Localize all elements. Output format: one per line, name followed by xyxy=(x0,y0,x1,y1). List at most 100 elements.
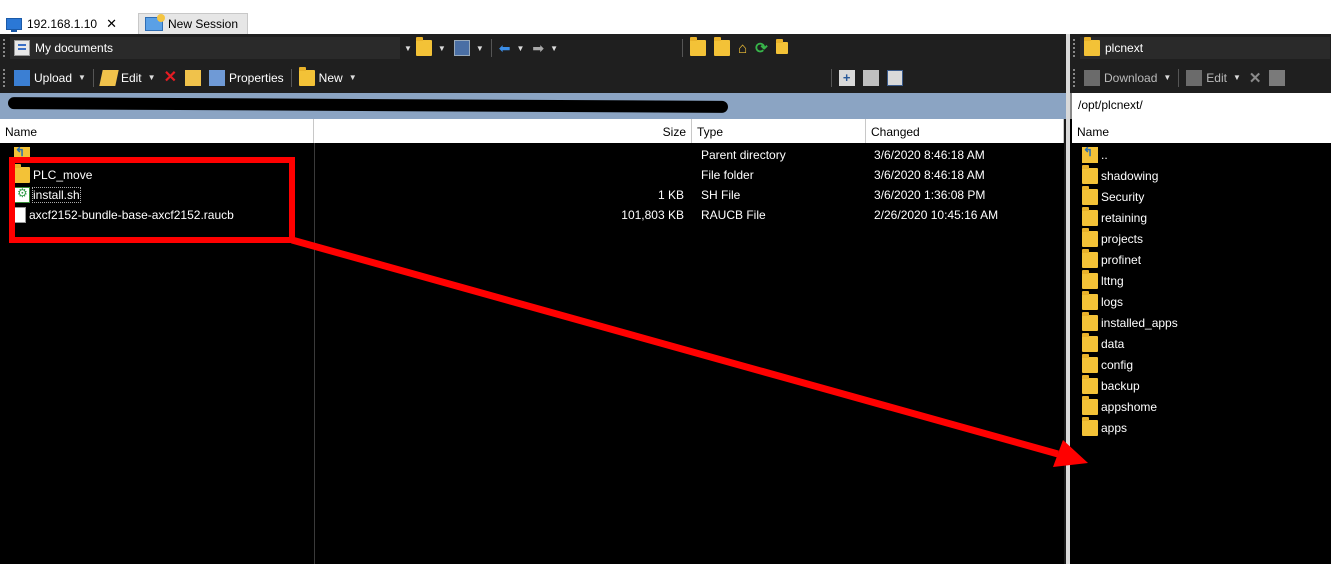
column-header-name[interactable]: Name xyxy=(0,119,314,143)
tab-new-session[interactable]: New Session xyxy=(138,13,248,34)
table-row[interactable]: install.sh 1 KB SH File 3/6/2020 1:36:08… xyxy=(0,185,1064,205)
list-item[interactable]: profinet xyxy=(1072,249,1331,270)
select-files-button[interactable]: + xyxy=(835,68,859,88)
redacted-path xyxy=(7,97,729,113)
name-cell: lttng xyxy=(1082,270,1124,291)
table-row[interactable]: axcf2152-bundle-base-axcf2152.raucb 101,… xyxy=(0,205,1064,225)
changed-cell: 3/6/2020 1:36:08 PM xyxy=(874,188,986,202)
home-directory-button[interactable]: ⌂ xyxy=(734,38,751,58)
table-row[interactable]: .. Parent directory 3/6/2020 8:46:18 AM xyxy=(0,145,1064,165)
download-button[interactable]: Download ▼ xyxy=(1080,68,1175,88)
folder-icon xyxy=(1082,396,1098,415)
file-name: PLC_move xyxy=(33,168,93,182)
filter-button[interactable]: ▼ xyxy=(450,38,488,58)
new-button[interactable]: New ▼ xyxy=(295,66,361,88)
delete-icon: ✕ xyxy=(1248,69,1262,87)
toolbar-grip xyxy=(1073,39,1076,57)
delete-button[interactable]: ✕ xyxy=(160,68,181,88)
edit-button[interactable]: Edit ▼ xyxy=(1182,68,1245,88)
chevron-down-icon[interactable]: ▼ xyxy=(404,44,412,53)
open-folder-button[interactable]: ▼ xyxy=(412,37,450,58)
documents-icon xyxy=(14,40,30,56)
find-files-button[interactable] xyxy=(772,38,792,58)
table-row[interactable]: PLC_move File folder 3/6/2020 8:46:18 AM xyxy=(0,164,1064,185)
minus-icon xyxy=(862,69,879,86)
list-item[interactable]: projects xyxy=(1072,228,1331,249)
parent-directory-button[interactable] xyxy=(686,37,710,58)
right-file-list: Name .. shadowing Security retaining project… xyxy=(1072,119,1331,564)
left-command-toolbar: Upload ▼ Edit ▼ ✕ Properties New ▼ + xyxy=(0,62,1066,93)
properties-button[interactable]: Properties xyxy=(205,68,288,88)
list-item[interactable]: appshome xyxy=(1072,396,1331,417)
close-icon[interactable]: ✕ xyxy=(106,16,117,32)
edit-icon xyxy=(1186,69,1203,86)
folder-name: .. xyxy=(1101,148,1108,162)
filter-icon xyxy=(453,40,470,56)
type-cell: SH File xyxy=(701,188,741,202)
list-item[interactable]: backup xyxy=(1072,375,1331,396)
right-location-label: plcnext xyxy=(1105,41,1144,55)
unselect-files-button[interactable] xyxy=(859,68,883,88)
open-folder-icon xyxy=(415,37,432,56)
separator xyxy=(490,39,492,57)
name-cell: install.sh xyxy=(14,185,81,205)
rename-button[interactable] xyxy=(181,68,205,88)
list-item[interactable]: .. xyxy=(1072,145,1331,165)
name-cell: apps xyxy=(1082,417,1128,438)
separator xyxy=(290,68,292,87)
filter-files-button[interactable] xyxy=(883,68,907,88)
left-location-dropdown[interactable]: My documents xyxy=(10,37,400,59)
left-file-list: Name Size Type Changed .. Parent directo… xyxy=(0,119,1064,564)
name-cell: data xyxy=(1082,333,1124,354)
file-icon xyxy=(14,207,26,223)
list-item[interactable]: shadowing xyxy=(1072,165,1331,186)
shell-script-icon xyxy=(14,186,30,203)
root-directory-button[interactable] xyxy=(710,37,734,58)
new-folder-icon xyxy=(298,66,315,86)
right-path-bar[interactable]: /opt/plcnext/ xyxy=(1070,93,1331,119)
list-item[interactable]: apps xyxy=(1072,417,1331,438)
column-header-name[interactable]: Name xyxy=(1072,119,1331,143)
folder-icon xyxy=(1082,207,1098,226)
name-cell: PLC_move xyxy=(14,164,93,185)
list-item[interactable]: lttng xyxy=(1072,270,1331,291)
delete-icon: ✕ xyxy=(163,68,177,86)
chevron-down-icon: ▼ xyxy=(348,73,357,82)
folder-icon xyxy=(1082,312,1098,331)
list-item[interactable]: Security xyxy=(1072,186,1331,207)
forward-arrow-icon: ➡ xyxy=(532,39,545,56)
folder-name: retaining xyxy=(1101,211,1148,225)
rename-button[interactable] xyxy=(1265,68,1289,88)
refresh-button[interactable]: ⟳ xyxy=(751,38,772,58)
left-path-bar[interactable] xyxy=(0,93,1066,119)
right-location-bar: plcnext xyxy=(1070,34,1331,62)
chevron-down-icon: ▼ xyxy=(475,43,484,53)
file-name: install.sh xyxy=(32,187,81,203)
back-button[interactable]: ⬅ ▼ xyxy=(495,38,529,58)
tab-192-168-1-10[interactable]: 192.168.1.10 ✕ xyxy=(0,13,135,34)
list-item[interactable]: logs xyxy=(1072,291,1331,312)
folder-name: Security xyxy=(1101,190,1145,204)
panel-splitter[interactable] xyxy=(1066,34,1070,564)
upload-button[interactable]: Upload ▼ xyxy=(10,68,90,88)
forward-button[interactable]: ➡ ▼ xyxy=(528,38,562,58)
folder-icon xyxy=(1082,291,1098,310)
folder-name: apps xyxy=(1101,421,1128,435)
list-item[interactable]: data xyxy=(1072,333,1331,354)
filter-icon xyxy=(886,69,903,86)
delete-button[interactable]: ✕ xyxy=(1245,68,1266,88)
list-item[interactable]: retaining xyxy=(1072,207,1331,228)
list-item[interactable]: installed_apps xyxy=(1072,312,1331,333)
right-location-dropdown[interactable]: plcnext xyxy=(1080,37,1330,59)
column-header-size[interactable]: Size xyxy=(314,119,692,143)
column-header-type[interactable]: Type xyxy=(692,119,866,143)
folder-icon xyxy=(1082,270,1098,289)
column-header-changed[interactable]: Changed xyxy=(866,119,1064,143)
folder-icon xyxy=(1082,417,1098,436)
list-item[interactable]: config xyxy=(1072,354,1331,375)
right-path-label: /opt/plcnext/ xyxy=(1078,98,1143,112)
folder-name: appshome xyxy=(1101,400,1158,414)
new-session-icon xyxy=(145,14,165,31)
download-icon xyxy=(1084,69,1100,86)
edit-button[interactable]: Edit ▼ xyxy=(97,68,160,88)
